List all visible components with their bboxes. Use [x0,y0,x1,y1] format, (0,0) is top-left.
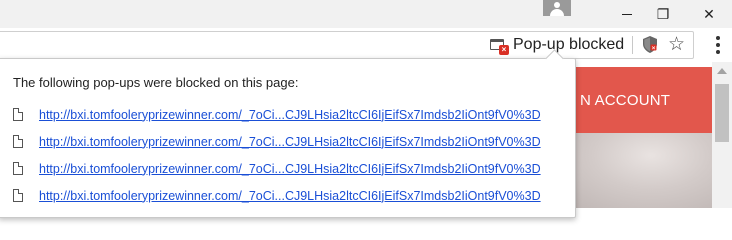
scrollbar[interactable] [712,62,732,208]
blocked-popup-link[interactable]: http://bxi.tomfooleryprizewinner.com/_7o… [39,135,541,149]
bookmark-star-icon[interactable]: ☆ [668,33,685,56]
popup-blocked-label: Pop-up blocked [513,36,625,53]
minimize-icon [622,13,632,15]
maximize-button[interactable]: ❐ [640,0,686,28]
blocked-popup-link[interactable]: http://bxi.tomfooleryprizewinner.com/_7o… [39,162,541,176]
menu-icon[interactable] [708,36,728,54]
background-photo [560,133,712,208]
maximize-icon: ❐ [656,5,670,22]
shield-icon[interactable]: × [643,36,657,53]
avatar-icon[interactable] [543,0,571,16]
list-item: http://bxi.tomfooleryprizewinner.com/_7o… [13,128,573,155]
bubble-title: The following pop-ups were blocked on th… [13,75,299,90]
document-icon [13,135,23,148]
scroll-up-arrow[interactable] [717,68,727,74]
document-icon [13,162,23,175]
popup-blocked-bubble: The following pop-ups were blocked on th… [0,58,576,218]
account-banner[interactable]: N ACCOUNT [560,67,712,133]
title-bar: ❐ ✕ [0,0,732,28]
close-window-button[interactable]: ✕ [686,0,732,28]
popup-blocked-icon: × [490,38,509,55]
blocked-popup-list: http://bxi.tomfooleryprizewinner.com/_7o… [13,101,573,209]
list-item: http://bxi.tomfooleryprizewinner.com/_7o… [13,155,573,182]
browser-toolbar: × Pop-up blocked × ☆ [0,28,732,62]
close-icon: ✕ [703,5,715,22]
list-item: http://bxi.tomfooleryprizewinner.com/_7o… [13,101,573,128]
document-icon [13,108,23,121]
banner-text: N ACCOUNT [580,91,671,109]
svg-text:×: × [651,46,656,52]
blocked-popup-link[interactable]: http://bxi.tomfooleryprizewinner.com/_7o… [39,108,541,122]
document-icon [13,189,23,202]
blocked-popup-link[interactable]: http://bxi.tomfooleryprizewinner.com/_7o… [39,189,541,203]
toolbar-divider [632,36,633,54]
scroll-thumb[interactable] [715,84,729,142]
list-item: http://bxi.tomfooleryprizewinner.com/_7o… [13,182,573,209]
